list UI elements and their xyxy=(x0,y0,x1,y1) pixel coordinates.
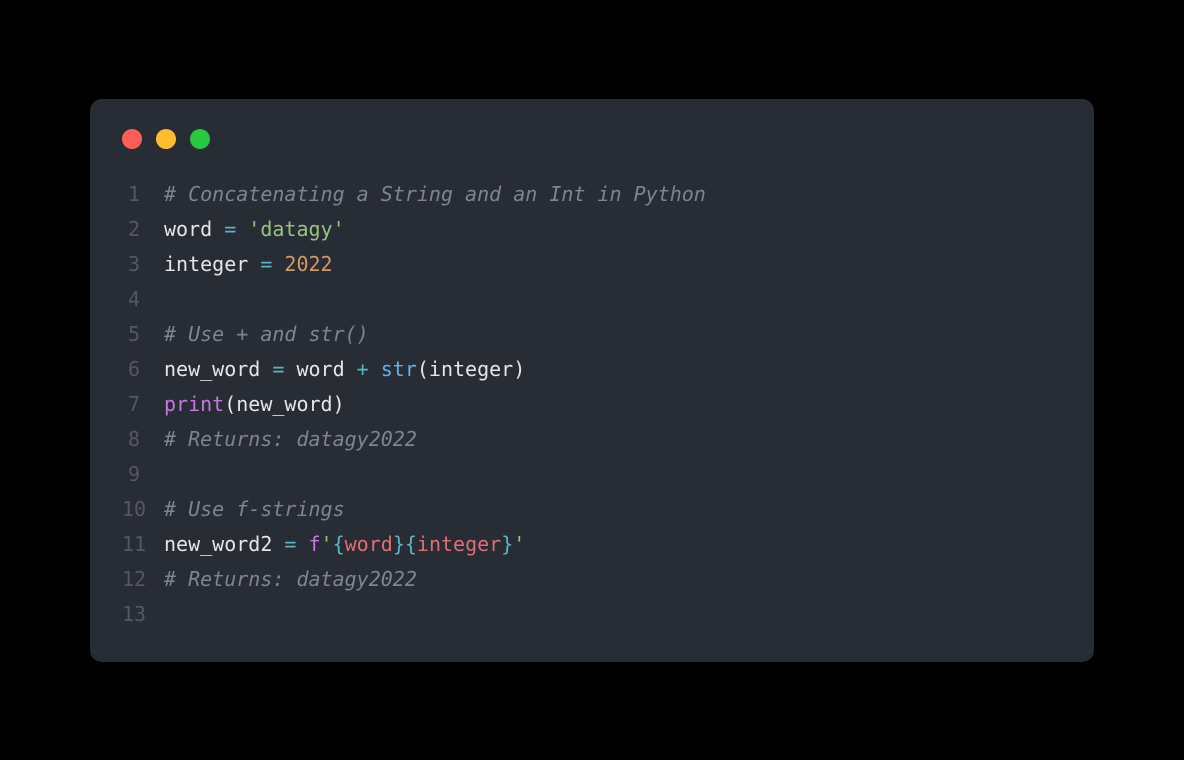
code-line: 9 xyxy=(122,457,1062,492)
titlebar xyxy=(90,129,1094,177)
line-number: 4 xyxy=(122,282,164,317)
code-line: 11 new_word2 = f'{word}{integer}' xyxy=(122,527,1062,562)
line-number: 1 xyxy=(122,177,164,212)
line-number: 7 xyxy=(122,387,164,422)
code-window: 1 # Concatenating a String and an Int in… xyxy=(90,99,1094,662)
close-icon[interactable] xyxy=(122,129,142,149)
line-number: 8 xyxy=(122,422,164,457)
line-number: 13 xyxy=(122,597,164,632)
code-text: new_word = word + str(integer) xyxy=(164,352,525,387)
code-line: 3 integer = 2022 xyxy=(122,247,1062,282)
line-number: 5 xyxy=(122,317,164,352)
code-editor[interactable]: 1 # Concatenating a String and an Int in… xyxy=(90,177,1094,632)
line-number: 12 xyxy=(122,562,164,597)
code-text: # Returns: datagy2022 xyxy=(164,422,417,457)
line-number: 3 xyxy=(122,247,164,282)
code-text: integer = 2022 xyxy=(164,247,333,282)
code-line: 1 # Concatenating a String and an Int in… xyxy=(122,177,1062,212)
maximize-icon[interactable] xyxy=(190,129,210,149)
line-number: 9 xyxy=(122,457,164,492)
code-line: 2 word = 'datagy' xyxy=(122,212,1062,247)
code-text: print(new_word) xyxy=(164,387,345,422)
code-text xyxy=(164,457,176,492)
code-text: # Use + and str() xyxy=(164,317,369,352)
code-text: # Returns: datagy2022 xyxy=(164,562,417,597)
code-text: # Concatenating a String and an Int in P… xyxy=(164,177,706,212)
line-number: 10 xyxy=(122,492,164,527)
code-line: 8 # Returns: datagy2022 xyxy=(122,422,1062,457)
line-number: 6 xyxy=(122,352,164,387)
code-line: 4 xyxy=(122,282,1062,317)
code-line: 5 # Use + and str() xyxy=(122,317,1062,352)
code-line: 12 # Returns: datagy2022 xyxy=(122,562,1062,597)
code-line: 10 # Use f-strings xyxy=(122,492,1062,527)
code-text: word = 'datagy' xyxy=(164,212,345,247)
code-text xyxy=(164,597,176,632)
code-line: 13 xyxy=(122,597,1062,632)
code-line: 7 print(new_word) xyxy=(122,387,1062,422)
code-text: # Use f-strings xyxy=(164,492,345,527)
line-number: 11 xyxy=(122,527,164,562)
code-text xyxy=(164,282,176,317)
code-text: new_word2 = f'{word}{integer}' xyxy=(164,527,525,562)
line-number: 2 xyxy=(122,212,164,247)
code-line: 6 new_word = word + str(integer) xyxy=(122,352,1062,387)
minimize-icon[interactable] xyxy=(156,129,176,149)
